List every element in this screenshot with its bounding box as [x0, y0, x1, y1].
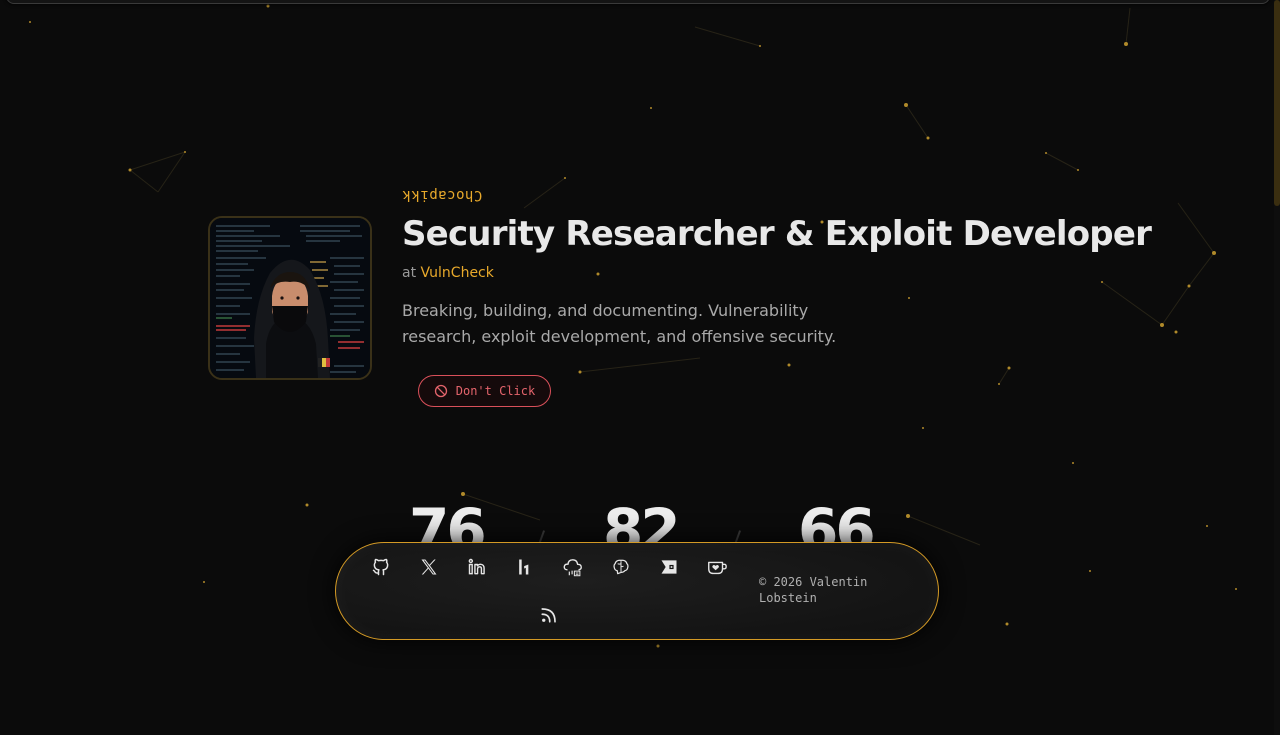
dont-click-button[interactable]: Don't Click: [418, 375, 551, 407]
page-title: Security Researcher & Exploit Developer: [402, 214, 1152, 254]
page: Chocapikk Security Researcher & Exploit …: [0, 0, 1280, 735]
x-twitter-icon: [421, 559, 437, 575]
ko-fi-cup-icon: [708, 561, 727, 575]
company-prefix: at: [402, 265, 417, 281]
profile-avatar: [208, 216, 372, 380]
brain-icon: [613, 559, 629, 575]
scrollbar-thumb[interactable]: [1274, 0, 1280, 206]
github-link[interactable]: [367, 553, 395, 581]
github-icon: [372, 558, 389, 576]
hackerone-link[interactable]: [511, 553, 539, 581]
copyright-text: © 2026 Valentin Lobstein: [759, 575, 868, 605]
cloud-cve-icon: [563, 559, 582, 577]
bio-text: Breaking, building, and documenting. Vul…: [402, 301, 837, 346]
scrollbar-track[interactable]: [1274, 0, 1280, 735]
rss-icon: [541, 608, 556, 623]
linkedin-icon: [468, 558, 485, 575]
company-line: at VulnCheck: [402, 265, 494, 281]
dont-click-label: Don't Click: [455, 384, 536, 398]
linkedin-link[interactable]: [463, 553, 491, 581]
x-twitter-link[interactable]: [415, 553, 443, 581]
hackerone-icon: [519, 559, 529, 575]
brain-link[interactable]: [607, 553, 635, 581]
rss-link[interactable]: [535, 601, 563, 629]
hooded-hacker-illustration: [210, 218, 370, 378]
handle-text: Chocapikk: [402, 187, 483, 203]
top-navigation-edge: [6, 0, 1270, 4]
ko-fi-link[interactable]: [703, 553, 731, 581]
cloud-cve-link[interactable]: [559, 553, 587, 581]
handle-label: Chocapikk: [402, 187, 482, 203]
company-link[interactable]: VulnCheck: [421, 265, 494, 281]
bugcrowd-link[interactable]: [655, 553, 683, 581]
prohibited-icon: [434, 384, 447, 398]
bugcrowd-icon: [661, 560, 677, 574]
